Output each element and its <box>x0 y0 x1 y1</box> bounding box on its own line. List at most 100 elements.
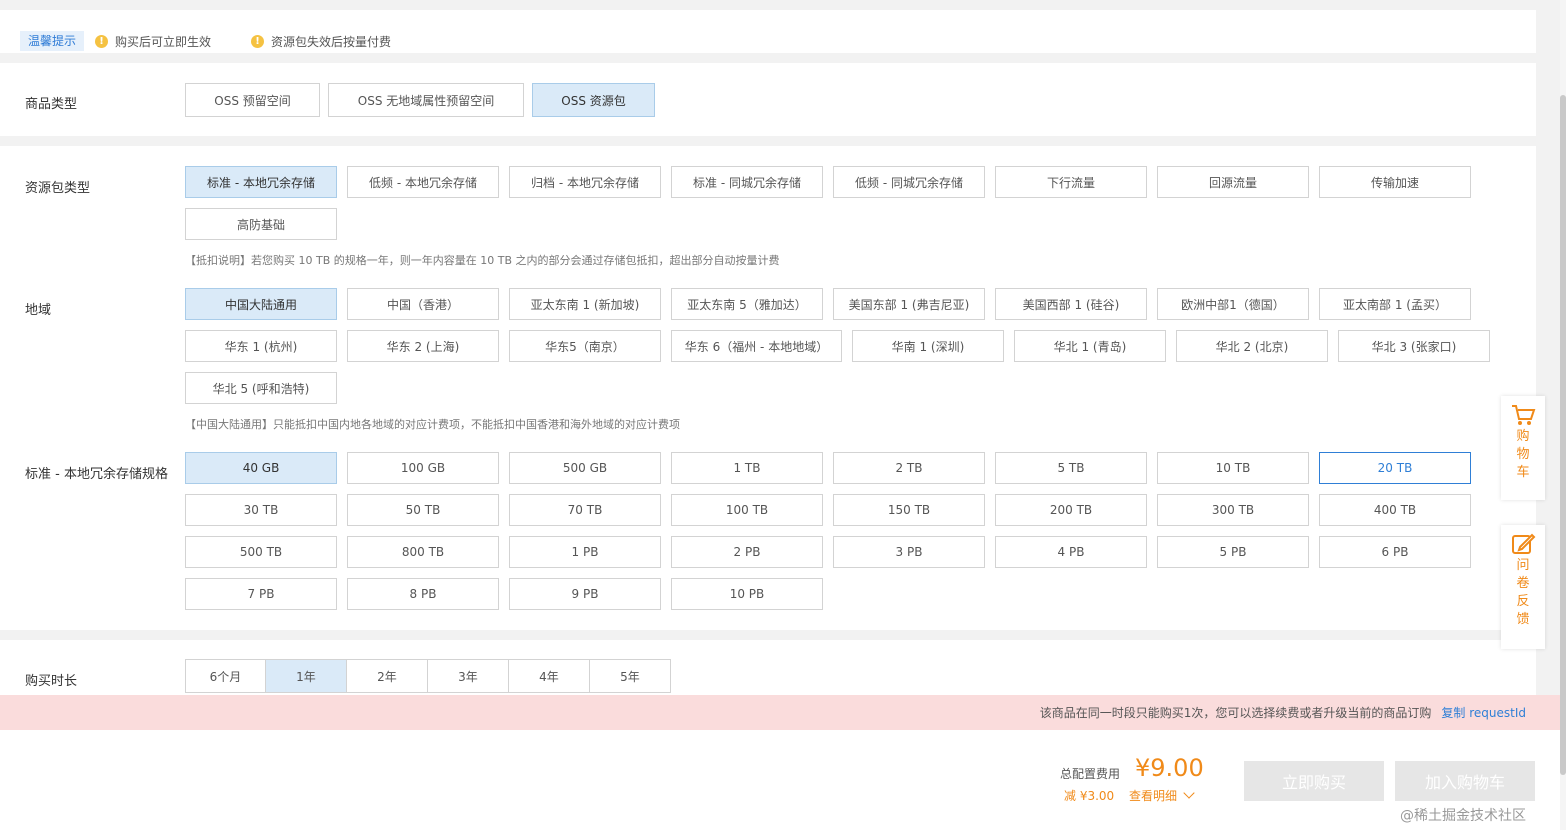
region-option[interactable]: 欧洲中部1（德国） <box>1157 288 1309 320</box>
tips-tag: 温馨提示 <box>20 31 85 51</box>
region-option[interactable]: 华北 3 (张家口) <box>1338 330 1490 362</box>
product-type-option[interactable]: OSS 资源包 <box>532 83 655 117</box>
spec-option[interactable]: 500 GB <box>509 452 661 484</box>
config-section: 资源包类型 标准 - 本地冗余存储 低频 - 本地冗余存储 归档 - 本地冗余存储标… <box>0 146 1536 630</box>
view-detail-label: 查看明细 <box>1129 789 1178 803</box>
spec-option[interactable]: 9 PB <box>509 578 661 610</box>
spec-option[interactable]: 7 PB <box>185 578 337 610</box>
deduction-note: 【抵扣说明】若您购买 10 TB 的规格一年，则一年内容量在 10 TB 之内的… <box>185 254 780 267</box>
package-type-option[interactable]: 标准 - 同城冗余存储 <box>671 166 823 198</box>
package-type-label: 资源包类型 <box>25 181 91 196</box>
alert-text: 该商品在同一时段只能购买1次，您可以选择续费或者升级当前的商品订购 <box>1039 706 1432 720</box>
copy-requestid-link[interactable]: 复制 requestId <box>1441 704 1526 721</box>
tip-immediate: ! 购买后可立即生效 <box>95 33 211 50</box>
cart-icon <box>1512 405 1536 425</box>
package-type-option[interactable]: 低频 - 本地冗余存储 <box>347 166 499 198</box>
warning-icon: ! <box>251 35 264 48</box>
duration-option[interactable]: 4年 <box>509 659 590 693</box>
spec-option[interactable]: 3 PB <box>833 536 985 568</box>
side-survey[interactable]: 问卷反馈 <box>1501 525 1545 649</box>
tip-payg: ! 资源包失效后按量付费 <box>251 33 391 50</box>
spec-option[interactable]: 30 TB <box>185 494 337 526</box>
spec-option[interactable]: 8 PB <box>347 578 499 610</box>
watermark: @稀土掘金技术社区 <box>1400 808 1526 824</box>
product-type-option[interactable]: OSS 无地域属性预留空间 <box>328 83 524 117</box>
spec-option[interactable]: 6 PB <box>1319 536 1471 568</box>
total-label: 总配置费用 <box>1060 767 1121 781</box>
spec-option[interactable]: 50 TB <box>347 494 499 526</box>
chevron-down-icon <box>1183 787 1195 799</box>
total-price: ¥9.00 <box>1135 754 1204 782</box>
duration-option[interactable]: 6个月 <box>185 659 266 693</box>
spec-option[interactable]: 400 TB <box>1319 494 1471 526</box>
package-type-option[interactable]: 归档 - 本地冗余存储 <box>509 166 661 198</box>
region-option[interactable]: 美国西部 1 (硅谷) <box>995 288 1147 320</box>
purchase-limit-alert: 该商品在同一时段只能购买1次，您可以选择续费或者升级当前的商品订购 复制 req… <box>0 695 1562 730</box>
region-option[interactable]: 华北 2 (北京) <box>1176 330 1328 362</box>
region-option[interactable]: 美国东部 1 (弗吉尼亚) <box>833 288 985 320</box>
region-option[interactable]: 华北 1 (青岛) <box>1014 330 1166 362</box>
spec-option[interactable]: 10 TB <box>1157 452 1309 484</box>
spec-option[interactable]: 5 PB <box>1157 536 1309 568</box>
product-type-option[interactable]: OSS 预留空间 <box>185 83 320 117</box>
region-option[interactable]: 华东5（南京） <box>509 330 661 362</box>
spec-option[interactable]: 1 TB <box>671 452 823 484</box>
spec-option[interactable]: 100 GB <box>347 452 499 484</box>
tips-bar: 温馨提示 ! 购买后可立即生效 ! 资源包失效后按量付费 <box>0 10 1536 53</box>
spec-option[interactable]: 10 PB <box>671 578 823 610</box>
package-type-option[interactable]: 回源流量 <box>1157 166 1309 198</box>
region-option[interactable]: 华北 5 (呼和浩特) <box>185 372 337 404</box>
region-option[interactable]: 华东 6（福州 - 本地地域） <box>671 330 842 362</box>
add-to-cart-button[interactable]: 加入购物车 <box>1395 761 1535 801</box>
spec-option[interactable]: 2 TB <box>833 452 985 484</box>
product-type-section: 商品类型 OSS 预留空间 OSS 无地域属性预留空间 OSS 资源包 <box>0 63 1536 136</box>
spec-option[interactable]: 5 TB <box>995 452 1147 484</box>
side-survey-label: 问卷反馈 <box>1516 558 1530 627</box>
scrollbar[interactable] <box>1560 0 1566 830</box>
package-type-option[interactable]: 低频 - 同城冗余存储 <box>833 166 985 198</box>
spec-option[interactable]: 40 GB <box>185 452 337 484</box>
spec-option[interactable]: 100 TB <box>671 494 823 526</box>
region-option[interactable]: 亚太东南 5（雅加达） <box>671 288 823 320</box>
region-option[interactable]: 华南 1 (深圳) <box>852 330 1004 362</box>
package-type-option[interactable]: 高防基础 <box>185 208 337 240</box>
discount-amount: 减 ¥3.00 <box>1064 789 1115 803</box>
side-cart[interactable]: 购物车 <box>1501 396 1545 500</box>
spec-option[interactable]: 70 TB <box>509 494 661 526</box>
region-option[interactable]: 华东 1 (杭州) <box>185 330 337 362</box>
tip-text: 资源包失效后按量付费 <box>271 35 392 49</box>
spec-option[interactable]: 4 PB <box>995 536 1147 568</box>
spec-option[interactable]: 500 TB <box>185 536 337 568</box>
package-type-option[interactable]: 下行流量 <box>995 166 1147 198</box>
package-type-option[interactable]: 标准 - 本地冗余存储 <box>185 166 337 198</box>
spec-option[interactable]: 200 TB <box>995 494 1147 526</box>
scrollbar-thumb[interactable] <box>1560 95 1566 775</box>
region-option[interactable]: 华东 2 (上海) <box>347 330 499 362</box>
region-option[interactable]: 中国大陆通用 <box>185 288 337 320</box>
product-type-label: 商品类型 <box>25 97 78 112</box>
spec-option[interactable]: 300 TB <box>1157 494 1309 526</box>
view-detail-link[interactable]: 查看明细 <box>1129 787 1195 804</box>
spec-option[interactable]: 800 TB <box>347 536 499 568</box>
buy-now-button[interactable]: 立即购买 <box>1244 761 1384 801</box>
package-type-option[interactable]: 传输加速 <box>1319 166 1471 198</box>
warning-icon: ! <box>95 35 108 48</box>
side-cart-label: 购物车 <box>1516 429 1530 480</box>
region-option[interactable]: 亚太东南 1 (新加坡) <box>509 288 661 320</box>
tip-text: 购买后可立即生效 <box>115 35 212 49</box>
spec-option[interactable]: 2 PB <box>671 536 823 568</box>
spec-label: 标准 - 本地冗余存储规格 <box>25 467 168 482</box>
spec-option[interactable]: 1 PB <box>509 536 661 568</box>
duration-option[interactable]: 1年 <box>266 659 347 693</box>
duration-option[interactable]: 5年 <box>590 659 671 693</box>
spec-option[interactable]: 150 TB <box>833 494 985 526</box>
region-option[interactable]: 中国（香港） <box>347 288 499 320</box>
spec-option[interactable]: 20 TB <box>1319 452 1471 484</box>
duration-option[interactable]: 3年 <box>428 659 509 693</box>
duration-option[interactable]: 2年 <box>347 659 428 693</box>
region-note: 【中国大陆通用】只能抵扣中国内地各地域的对应计费项，不能抵扣中国香港和海外地域的… <box>185 418 680 431</box>
duration-label: 购买时长 <box>25 674 78 689</box>
edit-icon <box>1512 533 1536 554</box>
region-option[interactable]: 亚太南部 1 (孟买） <box>1319 288 1471 320</box>
region-label: 地域 <box>25 303 52 318</box>
